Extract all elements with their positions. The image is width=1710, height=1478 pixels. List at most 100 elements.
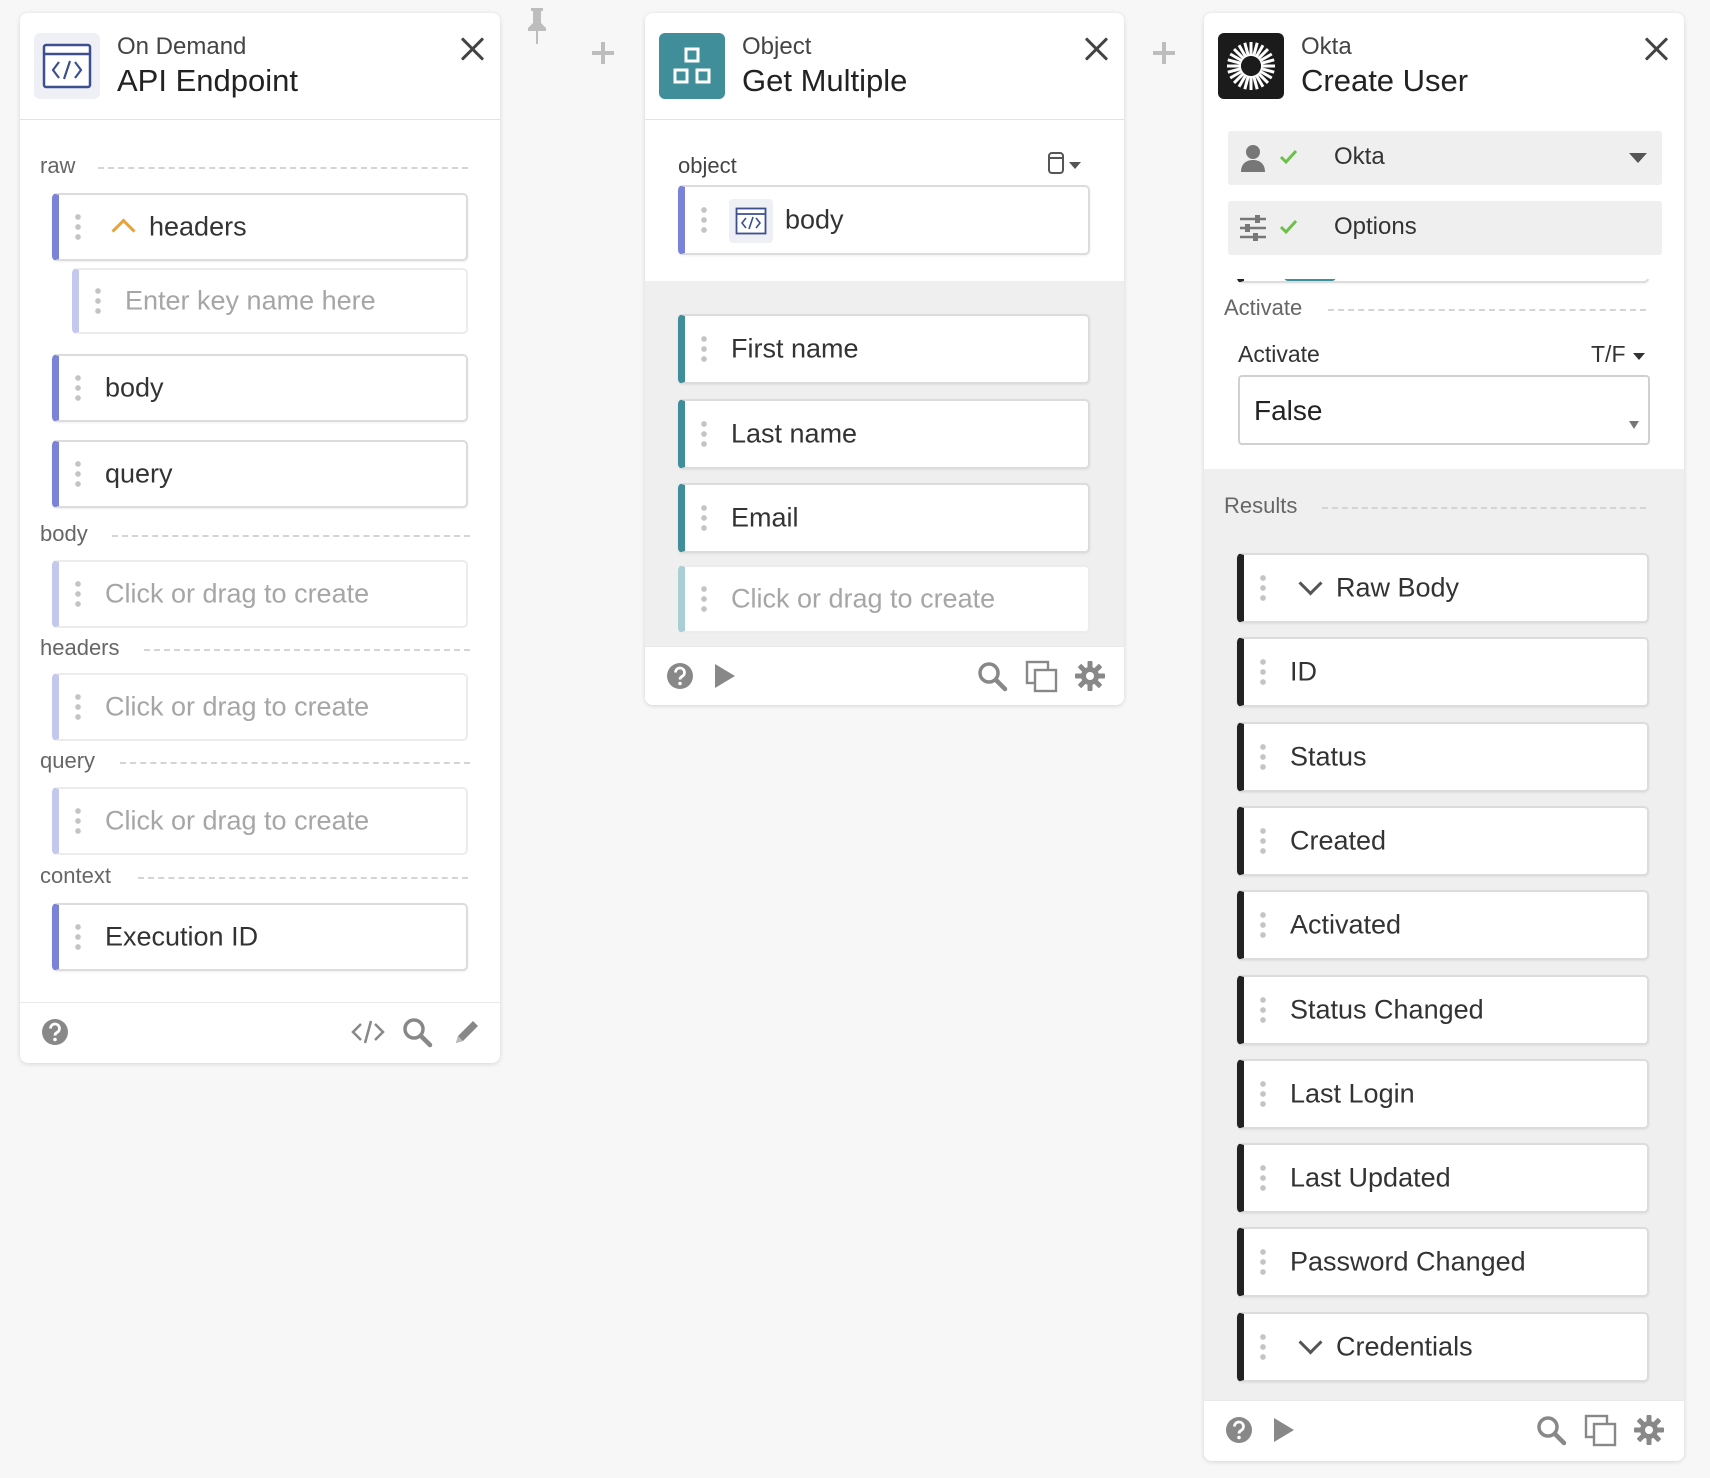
drag-handle-icon[interactable] [1256,1078,1270,1109]
sliders-icon [1238,213,1268,243]
result-field[interactable]: Credentials [1237,1311,1649,1382]
field-label: body [105,372,164,403]
key-name-input[interactable]: Enter key name here [72,268,468,334]
drag-handle-icon[interactable] [1256,1247,1270,1278]
drag-handle-icon[interactable] [1256,1163,1270,1194]
drag-handle-icon[interactable] [1256,657,1270,688]
play-icon[interactable] [707,659,741,693]
result-field[interactable]: Last Updated [1237,1143,1649,1214]
card-subtitle: Object [742,33,812,60]
help-icon[interactable] [38,1015,72,1049]
search-icon[interactable] [975,659,1009,693]
field-label: Execution ID [105,921,259,952]
drag-handle-icon[interactable] [71,922,85,952]
options-selector[interactable]: Options [1228,201,1662,255]
type-selector[interactable]: T/F [1591,341,1646,368]
raw-headers-field[interactable]: headers [52,193,468,261]
field-label: Email [731,502,799,533]
drag-handle-icon[interactable] [71,212,85,242]
card-footer [645,646,1124,705]
field-label: ID [1290,656,1317,687]
database-type-icon[interactable] [1047,151,1087,177]
play-icon[interactable] [1266,1413,1300,1447]
card-subtitle: On Demand [117,33,247,60]
input-placeholder: Enter key name here [125,285,376,316]
result-field[interactable]: Status [1237,721,1649,792]
result-field[interactable]: ID [1237,637,1649,708]
drag-handle-icon[interactable] [71,373,85,403]
drag-handle-icon[interactable] [71,459,85,489]
drag-handle-icon[interactable] [697,419,711,449]
drag-handle-icon[interactable] [697,584,711,614]
close-icon[interactable] [1084,37,1108,61]
duplicate-icon[interactable] [1024,659,1058,693]
search-icon[interactable] [1534,1413,1568,1447]
divider [120,762,470,764]
drag-handle-icon[interactable] [1256,825,1270,856]
output-area: First name Last name Email Click or drag… [645,281,1124,647]
execution-id-field[interactable]: Execution ID [52,903,468,971]
gear-icon[interactable] [1073,659,1107,693]
query-create-slot[interactable]: Click or drag to create [52,787,468,855]
output-field-last-name[interactable]: Last name [678,399,1090,469]
code-window-icon [729,199,773,243]
raw-body-field[interactable]: body [52,354,468,422]
drag-handle-icon[interactable] [697,503,711,533]
edit-pencil-icon[interactable] [450,1015,484,1049]
search-icon[interactable] [400,1015,434,1049]
card-title: Get Multiple [742,63,908,98]
headers-create-slot[interactable]: Click or drag to create [52,673,468,741]
duplicate-icon[interactable] [1583,1413,1617,1447]
drag-handle-icon[interactable] [71,579,85,609]
drag-handle-icon[interactable] [697,334,711,364]
code-icon[interactable] [350,1015,385,1049]
chevron-down-icon[interactable] [1298,571,1323,596]
close-icon[interactable] [460,37,484,61]
chevron-down-icon[interactable] [1298,1330,1323,1355]
result-field[interactable]: Raw Body [1237,553,1649,623]
result-field[interactable]: Last Login [1237,1058,1649,1129]
drag-handle-icon[interactable] [71,806,85,836]
result-field[interactable]: Created [1237,805,1649,876]
section-label-context: context [40,863,111,888]
create-placeholder: Click or drag to create [731,583,996,614]
result-field[interactable]: Activated [1237,890,1649,961]
result-field[interactable]: Status Changed [1237,974,1649,1045]
activate-field-label: Activate [1238,341,1320,367]
pin-icon[interactable] [522,6,552,46]
object-get-multiple-card: Object Get Multiple object body First na… [645,13,1124,705]
section-label-body: body [40,521,88,546]
drag-handle-icon[interactable] [697,205,711,235]
card-title: Create User [1301,63,1469,98]
gear-icon[interactable] [1632,1413,1666,1447]
drag-handle-icon[interactable] [1256,741,1270,772]
help-icon[interactable] [1222,1413,1256,1447]
add-step-icon[interactable] [1151,40,1177,66]
drag-handle-icon[interactable] [91,286,105,316]
drag-handle-icon[interactable] [1256,994,1270,1025]
raw-query-field[interactable]: query [52,440,468,508]
activate-select[interactable]: False [1238,375,1650,445]
section-label-query: query [40,748,96,773]
close-icon[interactable] [1644,37,1668,61]
body-input-field[interactable]: body [678,185,1090,255]
field-label: Activated [1290,909,1402,940]
caret-down-icon[interactable] [1628,151,1648,163]
field-label: Raw Body [1336,572,1460,603]
add-step-icon[interactable] [590,40,616,66]
account-selector[interactable]: Okta [1228,131,1662,185]
create-slot[interactable]: Click or drag to create [678,565,1090,633]
output-field-email[interactable]: Email [678,483,1090,553]
object-blocks-icon [659,33,725,99]
chevron-up-icon[interactable] [111,218,136,243]
drag-handle-icon[interactable] [1256,1331,1270,1362]
drag-handle-icon[interactable] [1256,573,1270,603]
help-icon[interactable] [663,659,697,693]
code-window-icon [34,33,100,99]
drag-handle-icon[interactable] [71,692,85,722]
selected-value: False [1254,395,1323,426]
output-field-first-name[interactable]: First name [678,314,1090,384]
result-field[interactable]: Password Changed [1237,1227,1649,1298]
drag-handle-icon[interactable] [1256,910,1270,941]
body-create-slot[interactable]: Click or drag to create [52,560,468,628]
